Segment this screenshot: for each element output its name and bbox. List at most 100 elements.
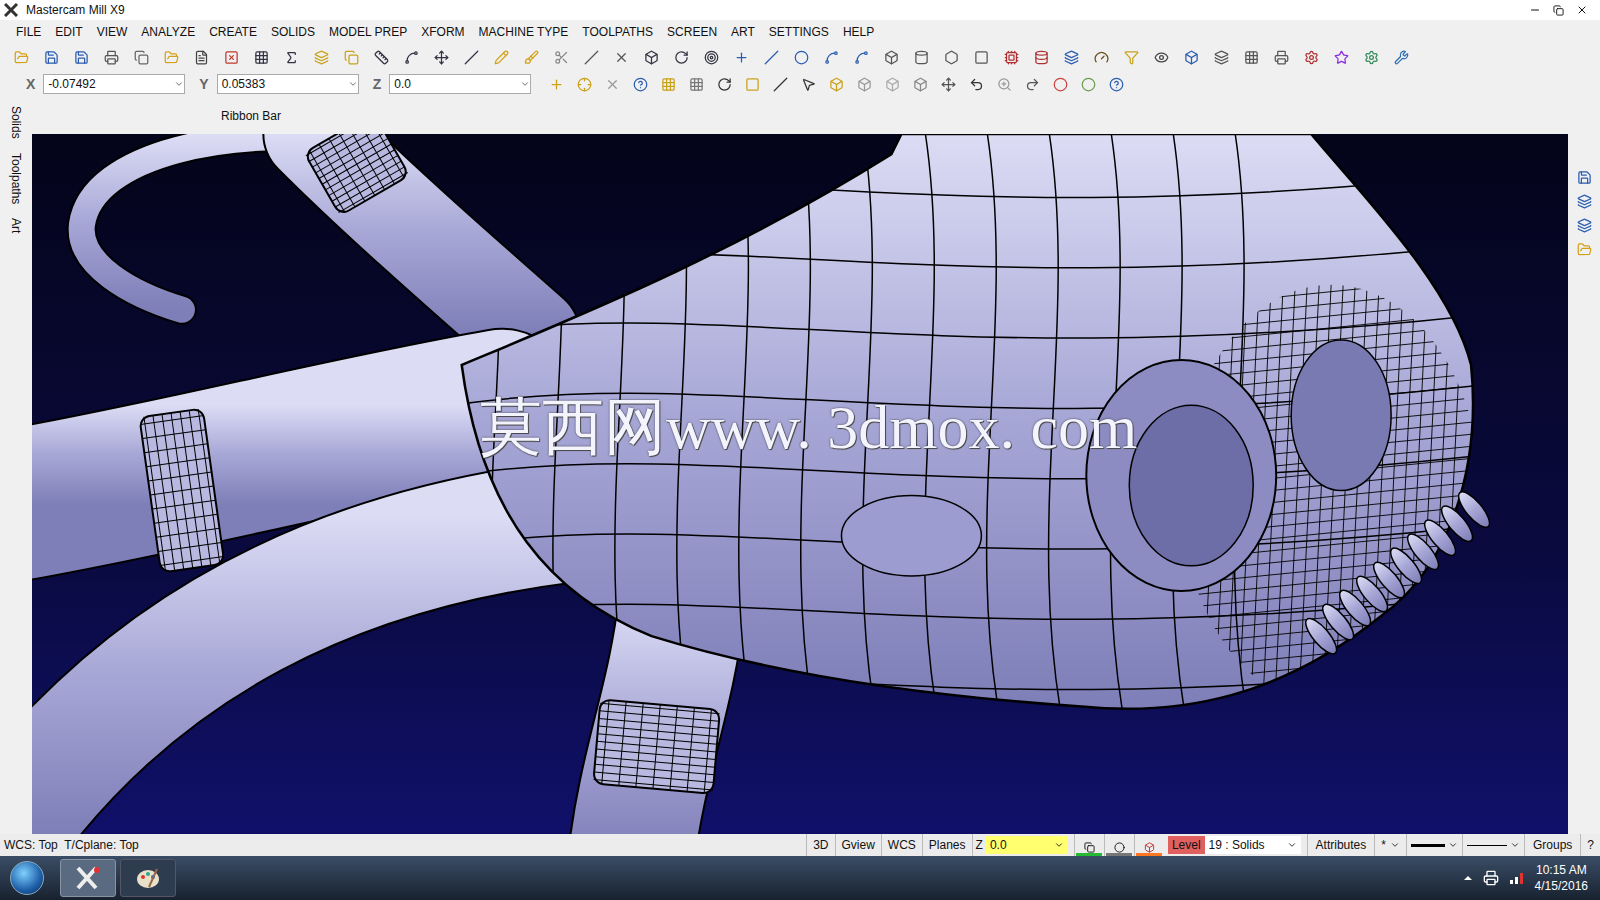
menu-item[interactable]: HELP [843, 23, 874, 41]
toolbar-button[interactable] [1270, 46, 1292, 68]
tray-arrow-icon[interactable] [1463, 873, 1473, 883]
menu-item[interactable]: EDIT [55, 23, 82, 41]
taskbar-app-paint[interactable] [120, 859, 176, 897]
toolbar-button[interactable] [1120, 46, 1142, 68]
network-icon[interactable] [1509, 871, 1525, 885]
side-tab[interactable]: Toolpaths [7, 153, 25, 204]
toolbar-button[interactable] [220, 46, 242, 68]
restore-icon[interactable] [1553, 5, 1564, 16]
status-button[interactable]: 3D [806, 834, 834, 856]
toolbar-button[interactable] [370, 46, 392, 68]
toolbar-button[interactable] [190, 46, 212, 68]
toolbar-button[interactable] [741, 73, 763, 95]
toolbar-button[interactable] [670, 46, 692, 68]
toolbar-button[interactable] [1077, 73, 1099, 95]
toolbar-button[interactable] [730, 46, 752, 68]
toolbar-button[interactable] [1240, 46, 1262, 68]
toolbar-button[interactable] [640, 46, 662, 68]
status-button[interactable]: Planes [922, 834, 972, 856]
toolbar-button[interactable] [1573, 214, 1595, 236]
start-button[interactable] [4, 859, 50, 897]
level-label[interactable]: Level [1168, 836, 1205, 854]
toolbar-button[interactable] [1090, 46, 1112, 68]
toolbar-button[interactable] [550, 46, 572, 68]
color-swatch-button[interactable] [1074, 834, 1104, 856]
toolbar-button[interactable] [1150, 46, 1172, 68]
toolbar-button[interactable] [1360, 46, 1382, 68]
taskbar-app-mastercam[interactable] [60, 859, 116, 897]
toolbar-button[interactable] [1030, 46, 1052, 68]
toolbar-button[interactable] [629, 73, 651, 95]
attributes-button[interactable]: Attributes [1307, 834, 1375, 856]
coordinate-input[interactable]: 0.05383 [217, 74, 359, 94]
menu-item[interactable]: SCREEN [667, 23, 717, 41]
toolbar-button[interactable] [820, 46, 842, 68]
toolbar-button[interactable] [910, 46, 932, 68]
menu-item[interactable]: ANALYZE [141, 23, 195, 41]
toolbar-button[interactable] [965, 73, 987, 95]
toolbar-button[interactable] [880, 46, 902, 68]
solid-color-button[interactable] [1134, 834, 1164, 856]
toolbar-button[interactable] [940, 46, 962, 68]
menu-item[interactable]: ART [731, 23, 755, 41]
toolbar-button[interactable] [580, 46, 602, 68]
toolbar-button[interactable] [1573, 190, 1595, 212]
help-button[interactable]: ? [1580, 834, 1600, 856]
toolbar-button[interactable] [760, 46, 782, 68]
toolbar-button[interactable] [1573, 238, 1595, 260]
toolbar-button[interactable] [130, 46, 152, 68]
toolbar-button[interactable] [850, 46, 872, 68]
toolbar-button[interactable] [310, 46, 332, 68]
toolbar-button[interactable] [601, 73, 623, 95]
toolbar-button[interactable] [610, 46, 632, 68]
status-button[interactable]: WCS [881, 834, 922, 856]
toolbar-button[interactable] [573, 73, 595, 95]
menu-item[interactable]: CREATE [209, 23, 257, 41]
toolbar-button[interactable] [490, 46, 512, 68]
toolbar-button[interactable] [685, 73, 707, 95]
level-select[interactable]: 19 : Solids [1205, 836, 1301, 854]
toolbar-button[interactable] [160, 46, 182, 68]
toolbar-button[interactable] [430, 46, 452, 68]
toolbar-button[interactable] [1210, 46, 1232, 68]
toolbar-button[interactable] [937, 73, 959, 95]
toolbar-button[interactable] [340, 46, 362, 68]
toolbar-button[interactable] [1060, 46, 1082, 68]
toolbar-button[interactable] [10, 46, 32, 68]
menu-item[interactable]: MODEL PREP [329, 23, 407, 41]
menu-item[interactable]: TOOLPATHS [582, 23, 653, 41]
toolbar-button[interactable] [100, 46, 122, 68]
toolbar-button[interactable] [700, 46, 722, 68]
toolbar-button[interactable] [1021, 73, 1043, 95]
toolbar-button[interactable] [520, 46, 542, 68]
toolbar-button[interactable] [1300, 46, 1322, 68]
toolbar-button[interactable] [825, 73, 847, 95]
toolbar-button[interactable] [70, 46, 92, 68]
line-width-select[interactable] [1462, 834, 1524, 856]
tray-device-icon[interactable] [1483, 870, 1499, 886]
toolbar-button[interactable] [790, 46, 812, 68]
toolbar-button[interactable] [40, 46, 62, 68]
surface-color-button[interactable] [1104, 834, 1134, 856]
coordinate-input[interactable]: -0.07492 [43, 74, 185, 94]
toolbar-button[interactable] [1573, 166, 1595, 188]
toolbar-button[interactable] [909, 73, 931, 95]
menu-item[interactable]: FILE [16, 23, 41, 41]
menu-item[interactable]: XFORM [421, 23, 464, 41]
toolbar-button[interactable] [993, 73, 1015, 95]
menu-item[interactable]: SOLIDS [271, 23, 315, 41]
graphics-viewport[interactable]: 莫西网www. 3dmox. com [32, 134, 1568, 834]
toolbar-button[interactable] [1330, 46, 1352, 68]
toolbar-button[interactable] [657, 73, 679, 95]
toolbar-button[interactable] [460, 46, 482, 68]
toolbar-button[interactable] [769, 73, 791, 95]
point-style-select[interactable]: * [1374, 834, 1406, 856]
toolbar-button[interactable] [881, 73, 903, 95]
minimize-icon[interactable] [1529, 4, 1541, 16]
side-tab[interactable]: Art [7, 218, 25, 233]
z-depth-field[interactable]: 0.0 [986, 836, 1068, 854]
toolbar-button[interactable] [853, 73, 875, 95]
menu-item[interactable]: MACHINE TYPE [479, 23, 569, 41]
line-style-select[interactable] [1406, 834, 1462, 856]
toolbar-button[interactable] [250, 46, 272, 68]
